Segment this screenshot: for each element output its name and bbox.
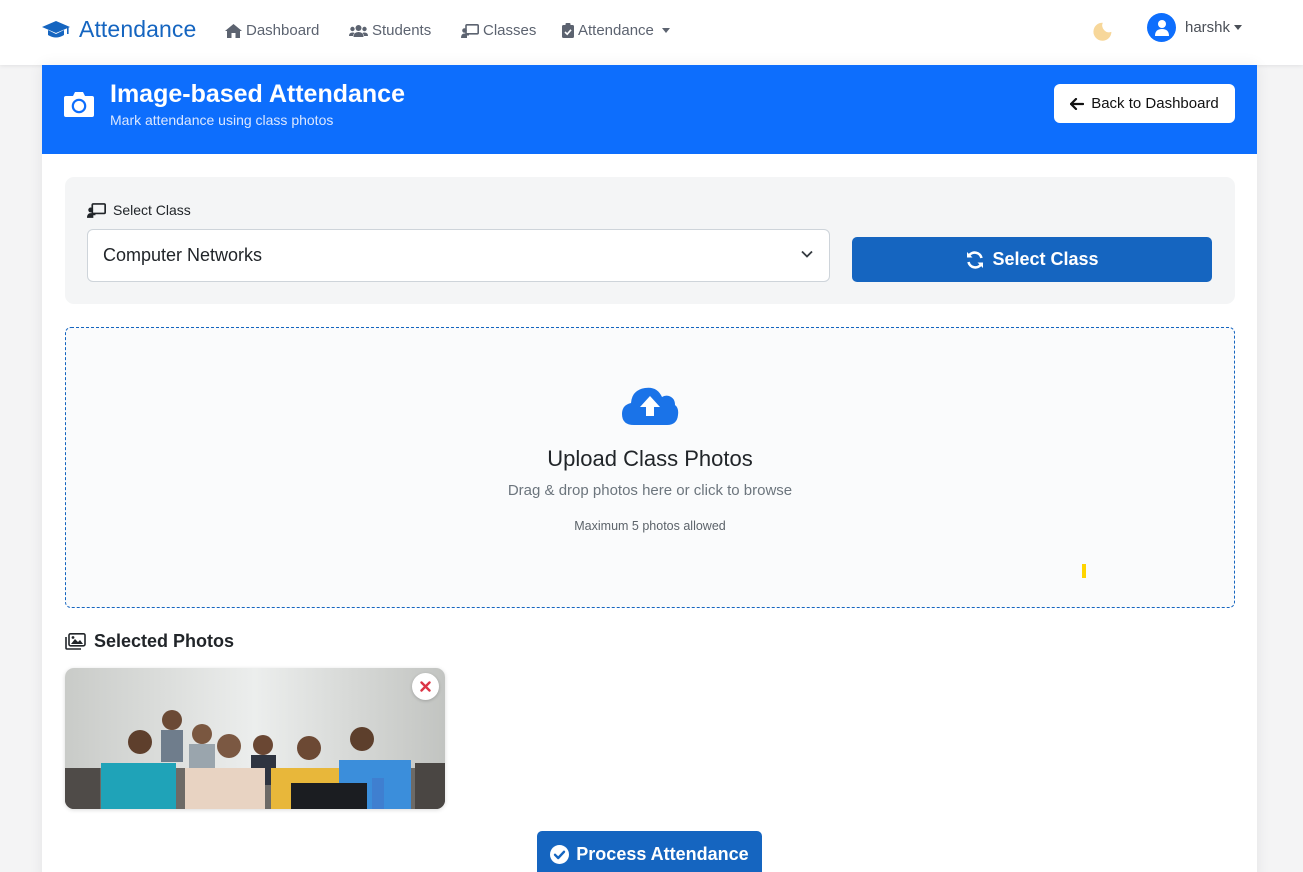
users-icon (349, 24, 368, 37)
arrow-left-icon (1070, 97, 1085, 110)
class-select-panel: Select Class Computer Networks Select Cl… (65, 177, 1235, 304)
selected-photo-thumbnail (65, 668, 445, 809)
user-circle-icon (1147, 13, 1176, 42)
chalkboard-icon (461, 23, 479, 38)
upload-limit-text: Maximum 5 photos allowed (574, 519, 726, 533)
chalkboard-teacher-icon (87, 202, 106, 218)
chevron-down-icon (661, 28, 670, 33)
back-button-label: Back to Dashboard (1091, 95, 1219, 112)
chevron-down-icon (801, 250, 813, 258)
username: harshk (1185, 19, 1231, 36)
moon-icon (1093, 22, 1112, 41)
nav-classes[interactable]: Classes (461, 22, 536, 39)
nav-dashboard-label: Dashboard (246, 22, 320, 39)
select-class-label: Select Class (87, 202, 191, 218)
back-to-dashboard-button[interactable]: Back to Dashboard (1054, 84, 1235, 123)
page-title: Image-based Attendance (110, 80, 405, 108)
nav-classes-label: Classes (483, 22, 537, 39)
select-class-label-text: Select Class (113, 202, 191, 218)
user-menu[interactable]: harshk (1147, 13, 1243, 42)
close-icon (420, 681, 431, 692)
class-group-photo (65, 668, 445, 809)
clipboard-check-icon (562, 23, 574, 38)
sync-icon (967, 250, 984, 269)
nav-students[interactable]: Students (349, 22, 431, 39)
select-class-button-label: Select Class (992, 249, 1099, 269)
class-select-dropdown[interactable]: Computer Networks (87, 229, 830, 282)
process-attendance-label: Process Attendance (576, 843, 749, 864)
home-icon (225, 23, 242, 38)
cloud-upload-icon (622, 387, 679, 425)
images-icon (65, 633, 86, 650)
mouse-cursor-marker (1082, 564, 1086, 578)
attendance-card: Image-based Attendance Mark attendance u… (42, 65, 1257, 872)
selected-photos-heading: Selected Photos (65, 631, 234, 652)
select-class-button[interactable]: Select Class (852, 237, 1212, 282)
chevron-down-icon (1234, 25, 1243, 30)
class-select-value: Computer Networks (103, 245, 263, 265)
camera-icon (63, 90, 95, 123)
nav-attendance-label: Attendance (578, 22, 654, 39)
theme-toggle[interactable] (1090, 21, 1114, 50)
process-attendance-button[interactable]: Process Attendance (537, 831, 762, 872)
check-circle-icon (550, 844, 570, 864)
graduation-cap-icon (42, 20, 70, 37)
nav-attendance-dropdown[interactable]: Attendance (562, 22, 670, 39)
upload-subtitle: Drag & drop photos here or click to brow… (507, 482, 793, 499)
top-navbar: Attendance Dashboard Students Classes At… (0, 0, 1303, 65)
brand-title: Attendance (79, 16, 197, 42)
upload-title: Upload Class Photos (547, 446, 753, 471)
brand-link[interactable]: Attendance (41, 16, 196, 43)
page-subtitle: Mark attendance using class photos (110, 112, 334, 128)
card-header: Image-based Attendance Mark attendance u… (42, 65, 1257, 154)
remove-photo-button[interactable] (412, 673, 439, 700)
nav-dashboard[interactable]: Dashboard (225, 22, 319, 39)
photo-upload-dropzone[interactable]: Upload Class Photos Drag & drop photos h… (65, 327, 1235, 608)
selected-photos-title: Selected Photos (94, 631, 235, 651)
nav-students-label: Students (372, 22, 432, 39)
